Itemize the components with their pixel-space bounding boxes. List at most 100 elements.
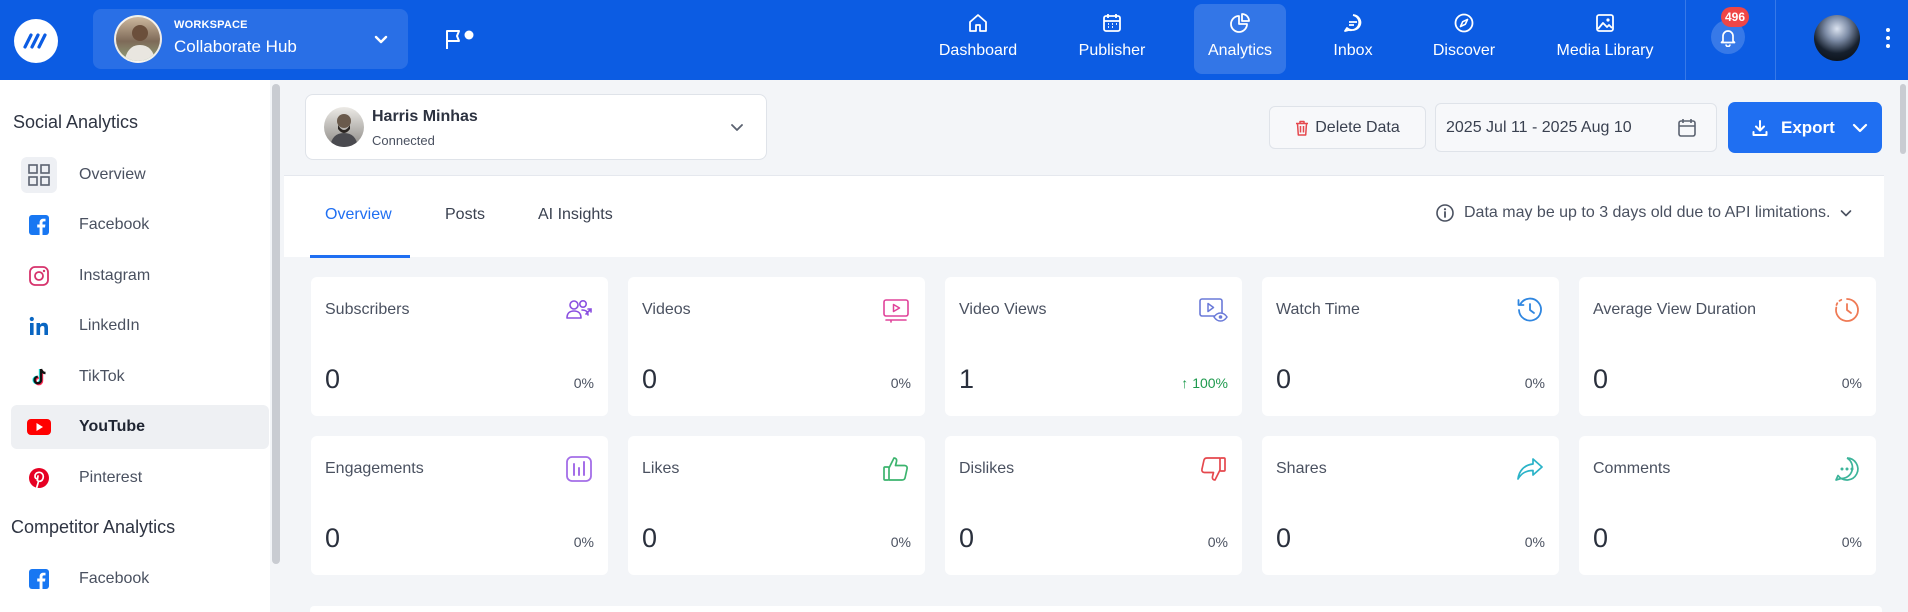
metric-change: 0% — [1841, 534, 1862, 550]
chevron-down-icon — [1852, 123, 1867, 132]
top-navigation-bar: WORKSPACE Collaborate Hub Dashboard Publ… — [0, 0, 1908, 80]
nav-dashboard[interactable]: Dashboard — [925, 4, 1031, 74]
metric-change: 0% — [573, 534, 594, 550]
metric-change-up: ↑ 100% — [1181, 375, 1228, 391]
nav-label: Inbox — [1333, 42, 1373, 59]
tab-overview[interactable]: Overview — [325, 206, 392, 224]
nav-inbox[interactable]: Inbox — [1318, 4, 1388, 74]
sidebar-item-overview[interactable]: Overview — [11, 153, 269, 197]
sidebar-item-label: Facebook — [79, 570, 150, 587]
notification-count-badge: 496 — [1721, 7, 1750, 27]
home-icon — [969, 14, 987, 32]
sidebar-item-facebook[interactable]: Facebook — [11, 203, 269, 247]
export-button[interactable]: Export — [1728, 102, 1882, 153]
video-view-icon — [1199, 298, 1228, 322]
metric-value: 0 — [325, 364, 341, 394]
pie-chart-icon — [1230, 13, 1250, 33]
metric-card-videos: Videos 0 0% — [628, 277, 925, 416]
divider — [1685, 0, 1686, 80]
flag-icon[interactable] — [444, 27, 474, 51]
more-menu-icon[interactable] — [1885, 28, 1891, 48]
thumbs-down-icon — [1201, 457, 1226, 481]
metric-card-comments: Comments 0 0% — [1579, 436, 1876, 575]
date-range-value: 2025 Jul 11 - 2025 Aug 10 — [1446, 119, 1632, 136]
sidebar-item-label: Facebook — [79, 216, 150, 233]
delete-data-button[interactable]: Delete Data — [1269, 106, 1426, 149]
metric-value: 0 — [642, 523, 658, 553]
logo-icon — [23, 33, 47, 49]
arrow-up-icon: ↑ — [1181, 375, 1193, 391]
delete-data-label: Delete Data — [1315, 118, 1400, 136]
metric-change: 0% — [573, 375, 594, 391]
metric-change: 0% — [1841, 375, 1862, 391]
sidebar-item-label: Instagram — [79, 267, 151, 284]
trash-icon — [1296, 120, 1309, 136]
metric-card-average-view-duration: Average View Duration 0 0% — [1579, 277, 1876, 416]
metric-value: 0 — [1276, 364, 1292, 394]
nav-publisher[interactable]: Publisher — [1064, 4, 1160, 74]
nav-label: Media Library — [1556, 42, 1654, 59]
active-tab-indicator — [310, 255, 410, 258]
calendar-icon — [1678, 119, 1696, 137]
app-logo[interactable] — [14, 19, 58, 63]
metric-title: Watch Time — [1276, 301, 1360, 318]
comment-icon — [1835, 457, 1859, 481]
metric-card-likes: Likes 0 0% — [628, 436, 925, 575]
thumbs-up-icon — [883, 457, 908, 481]
nav-media-library[interactable]: Media Library — [1544, 4, 1666, 74]
image-icon — [1596, 14, 1614, 32]
metric-change: 0% — [890, 375, 911, 391]
date-range-picker[interactable]: 2025 Jul 11 - 2025 Aug 10 — [1435, 103, 1717, 152]
tab-posts[interactable]: Posts — [445, 206, 485, 224]
sidebar-item-linkedin[interactable]: LinkedIn — [11, 304, 269, 348]
metric-change: 0% — [890, 534, 911, 550]
metric-card-subscribers: Subscribers 0 0% — [311, 277, 608, 416]
bar-chart-icon — [566, 456, 592, 482]
metric-title: Comments — [1593, 460, 1671, 477]
facebook-icon — [21, 207, 57, 243]
metric-value: 0 — [959, 523, 975, 553]
workspace-switcher[interactable]: WORKSPACE Collaborate Hub — [93, 9, 408, 69]
sidebar-item-pinterest[interactable]: Pinterest — [11, 456, 269, 500]
notice-text: Data may be up to 3 days old due to API … — [1464, 204, 1831, 221]
metric-value: 0 — [1593, 364, 1609, 394]
metric-title: Video Views — [959, 301, 1047, 318]
sidebar-item-youtube[interactable]: YouTube — [11, 405, 269, 449]
metric-card-dislikes: Dislikes 0 0% — [945, 436, 1242, 575]
workspace-name: Collaborate Hub — [174, 37, 297, 56]
metric-card-engagements: Engagements 0 0% — [311, 436, 608, 575]
metric-card-shares: Shares 0 0% — [1262, 436, 1559, 575]
account-selector[interactable]: Harris Minhas Connected — [305, 94, 767, 160]
metric-value: 0 — [642, 364, 658, 394]
metric-change: 0% — [1524, 375, 1545, 391]
grid-icon — [21, 157, 57, 193]
account-name: Harris Minhas — [372, 108, 478, 125]
account-avatar — [324, 107, 364, 147]
sidebar-item-instagram[interactable]: Instagram — [11, 254, 269, 298]
info-icon — [1436, 204, 1454, 222]
nav-discover[interactable]: Discover — [1418, 4, 1510, 74]
facebook-icon — [21, 561, 57, 597]
next-section-edge — [310, 606, 1882, 612]
metric-title: Likes — [642, 460, 680, 477]
share-icon — [1517, 458, 1543, 480]
metric-value: 0 — [325, 523, 341, 553]
main-scrollbar[interactable] — [1900, 84, 1906, 154]
metric-card-watch-time: Watch Time 0 0% — [1262, 277, 1559, 416]
nav-label: Analytics — [1207, 42, 1273, 59]
tab-ai-insights[interactable]: AI Insights — [538, 206, 613, 224]
sidebar-scrollbar[interactable] — [272, 84, 280, 564]
metric-title: Subscribers — [325, 301, 410, 318]
download-icon — [1752, 119, 1768, 136]
nav-analytics[interactable]: Analytics — [1194, 4, 1286, 74]
sidebar-item-competitor-facebook[interactable]: Facebook — [11, 557, 269, 601]
chat-icon — [1344, 14, 1362, 32]
data-freshness-notice[interactable]: Data may be up to 3 days old due to API … — [1435, 203, 1853, 223]
sidebar-item-tiktok[interactable]: TikTok — [11, 355, 269, 399]
bell-icon — [1720, 30, 1736, 47]
user-avatar[interactable] — [1814, 15, 1860, 61]
nav-label: Dashboard — [938, 42, 1018, 59]
video-icon — [883, 299, 909, 323]
metric-title: Engagements — [325, 460, 424, 477]
workspace-label: WORKSPACE — [174, 19, 248, 31]
